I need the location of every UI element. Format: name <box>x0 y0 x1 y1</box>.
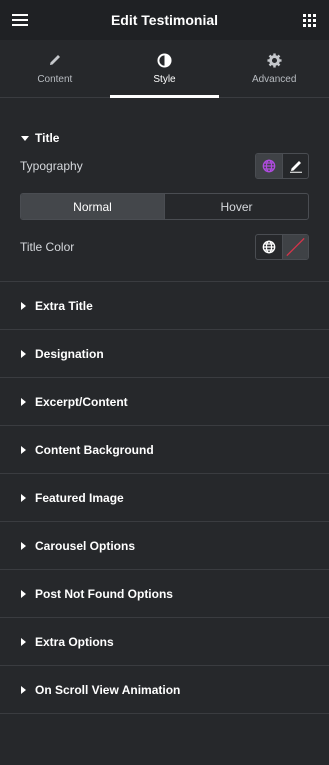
panel-tabs: Content Style Advanced <box>0 40 329 98</box>
caret-right-icon <box>21 299 29 313</box>
section-header[interactable]: Featured Image <box>0 474 329 521</box>
section-header[interactable]: Content Background <box>0 426 329 473</box>
edit-pencil-icon[interactable] <box>282 154 308 178</box>
tab-advanced-label: Advanced <box>251 74 297 85</box>
section-label: Content Background <box>35 442 154 457</box>
tab-style[interactable]: Style <box>109 40 220 98</box>
section-header[interactable]: Carousel Options <box>0 522 329 569</box>
caret-right-icon <box>21 635 29 649</box>
tab-content-label: Content <box>37 74 73 85</box>
typography-buttons <box>255 153 309 179</box>
tab-advanced[interactable]: Advanced <box>219 40 329 97</box>
section-label: Carousel Options <box>35 538 136 553</box>
title-color-buttons <box>255 234 309 260</box>
state-toggle: Normal Hover <box>20 193 309 220</box>
title-color-control: Title Color <box>0 233 329 261</box>
section-header[interactable]: Excerpt/Content <box>0 378 329 425</box>
half-circle-icon <box>157 52 172 68</box>
globe-icon[interactable] <box>256 235 282 259</box>
hamburger-icon[interactable] <box>0 0 40 40</box>
section-extra-options: Extra Options <box>0 618 329 666</box>
section-label: Extra Options <box>35 634 114 649</box>
section-content-background: Content Background <box>0 426 329 474</box>
section-header[interactable]: Designation <box>0 330 329 377</box>
globe-icon[interactable] <box>256 154 282 178</box>
typography-control: Typography <box>0 152 329 180</box>
caret-right-icon <box>21 347 29 361</box>
section-label: Extra Title <box>35 298 93 313</box>
typography-label: Typography <box>20 159 83 173</box>
section-label: Designation <box>35 346 104 361</box>
color-swatch-empty-icon[interactable] <box>282 235 308 259</box>
caret-right-icon <box>21 395 29 409</box>
section-label: On Scroll View Animation <box>35 682 181 697</box>
title-section: Title Typography Normal Hover Title Colo… <box>0 98 329 282</box>
caret-right-icon <box>21 443 29 457</box>
section-post-not-found-options: Post Not Found Options <box>0 570 329 618</box>
section-extra-title: Extra Title <box>0 282 329 330</box>
state-normal-button[interactable]: Normal <box>21 194 164 219</box>
section-featured-image: Featured Image <box>0 474 329 522</box>
section-label: Excerpt/Content <box>35 394 128 409</box>
section-excerpt-content: Excerpt/Content <box>0 378 329 426</box>
caret-right-icon <box>21 539 29 553</box>
section-label: Post Not Found Options <box>35 586 173 601</box>
section-header[interactable]: Post Not Found Options <box>0 570 329 617</box>
panel-title: Edit Testimonial <box>110 12 219 28</box>
section-carousel-options: Carousel Options <box>0 522 329 570</box>
gear-icon <box>267 52 282 68</box>
state-hover-button[interactable]: Hover <box>164 194 308 219</box>
caret-down-icon <box>21 131 29 145</box>
section-on-scroll-view-animation: On Scroll View Animation <box>0 666 329 714</box>
pencil-icon <box>48 52 62 68</box>
panel-header: Edit Testimonial <box>0 0 329 40</box>
tab-style-label: Style <box>153 74 176 85</box>
section-header[interactable]: Extra Title <box>0 282 329 329</box>
caret-right-icon <box>21 587 29 601</box>
section-designation: Designation <box>0 330 329 378</box>
caret-right-icon <box>21 683 29 697</box>
tab-content[interactable]: Content <box>0 40 110 97</box>
section-header[interactable]: On Scroll View Animation <box>0 666 329 713</box>
section-label: Featured Image <box>35 490 124 505</box>
section-header[interactable]: Extra Options <box>0 618 329 665</box>
caret-right-icon <box>21 491 29 505</box>
grid-icon[interactable] <box>289 0 329 40</box>
title-color-label: Title Color <box>20 240 75 254</box>
title-section-label: Title <box>35 131 60 145</box>
